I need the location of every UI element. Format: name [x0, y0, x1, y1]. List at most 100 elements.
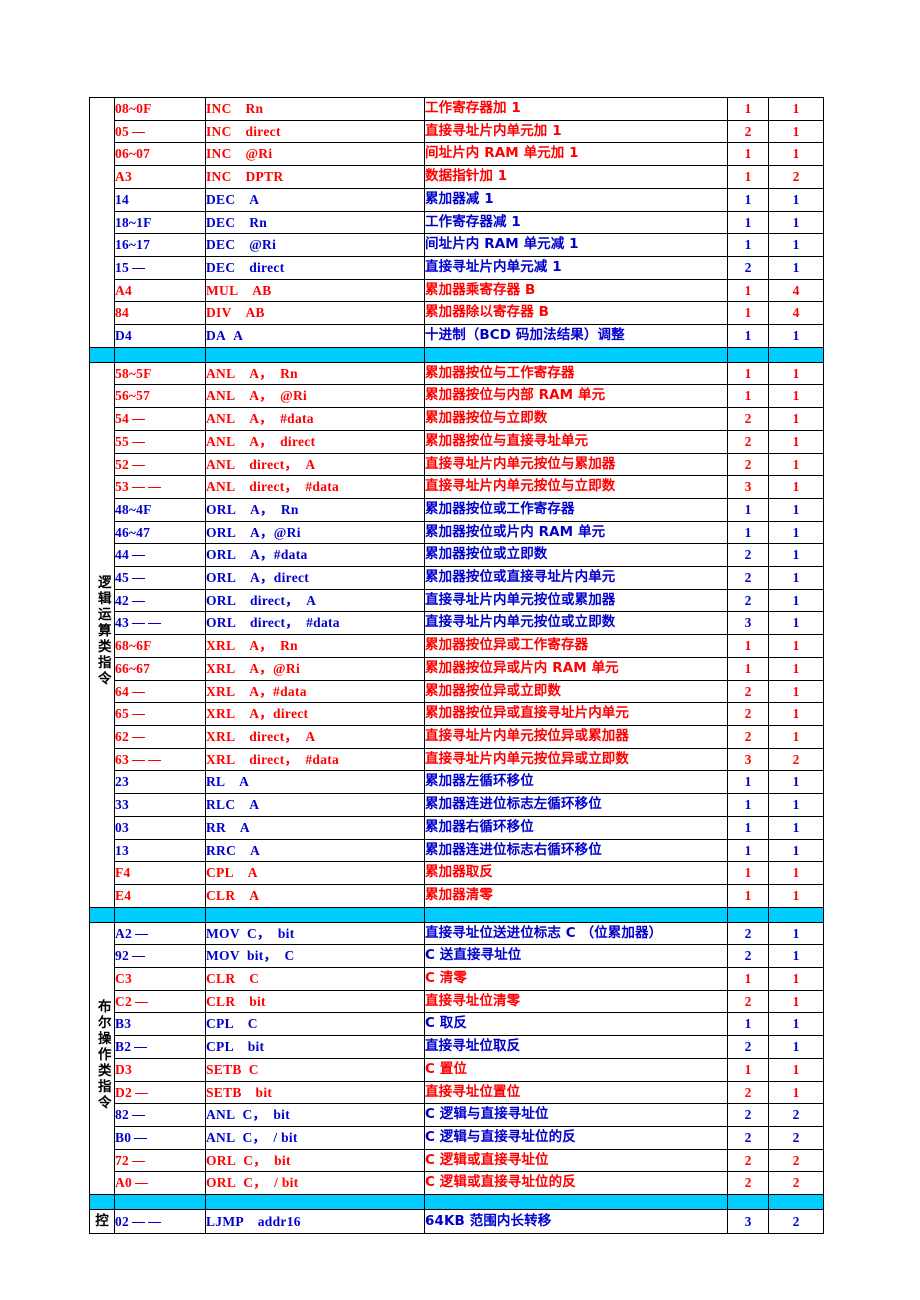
separator-cell	[424, 906, 728, 923]
opcode-value: 02	[115, 1213, 129, 1229]
opcode-value: A4	[115, 282, 132, 298]
table-row[interactable]: 62 XRL direct， A 直接寻址片内单元按位异或累加器 2 1	[90, 724, 824, 749]
table-row[interactable]: 84 DIV AB 累加器除以寄存器 B14	[90, 301, 824, 326]
cycles-cell: 1	[768, 361, 824, 386]
table-row[interactable]: B0 ANL C， / bit C 逻辑与直接寻址位的反 2 2	[90, 1125, 824, 1150]
mnemonic-cell: CLR bit	[205, 989, 425, 1014]
cycles-cell: 1	[768, 97, 824, 121]
blank-underscore	[131, 1160, 145, 1162]
table-row[interactable]: 48~4F ORL A， Rn 累加器按位或工作寄存器 1 1	[90, 497, 824, 522]
table-row[interactable]: 64 XRL A，#data 累加器按位异或立即数 2 1	[90, 679, 824, 704]
table-row[interactable]: 45 ORL A，direct 累加器按位或直接寻址片内单元 2 1	[90, 566, 824, 590]
description-cell: 累加器左循环移位	[424, 770, 728, 795]
table-row[interactable]: 06~07 INC @Ri 间址片内 RAM 单元加 111	[90, 142, 824, 167]
table-row[interactable]: 52 ANL direct， A 直接寻址片内单元按位与累加器 2 1	[90, 452, 824, 477]
table-row[interactable]: 23 RL A 累加器左循环移位 1 1	[90, 770, 824, 795]
mnemonic-cell: ORL C， bit	[205, 1148, 425, 1173]
opcode-value: 08~0F	[115, 101, 152, 116]
table-row[interactable]: F4 CPL A 累加器取反 1 1	[90, 861, 824, 885]
table-row[interactable]: 54 ANL A， #data 累加器按位与立即数 2 1	[90, 407, 824, 431]
table-row[interactable]: D4 DA A 十进制（BCD 码加法结果）调整 1 1	[90, 324, 824, 348]
opcode-value: D3	[115, 1061, 132, 1077]
table-row[interactable]: 05 INC direct 直接寻址片内单元加 121	[90, 119, 824, 144]
table-row[interactable]: 16~17 DEC @Ri 间址片内 RAM 单元减 111	[90, 233, 824, 257]
table-row[interactable]: 08~0F INC Rn 工作寄存器加 111	[89, 97, 824, 348]
cycles-cell: 1	[768, 452, 824, 477]
mnemonic-cell: ANL C， / bit	[205, 1125, 425, 1150]
description-cell: 间址片内 RAM 单元减 1	[424, 233, 728, 257]
mnemonic-cell: CPL bit	[205, 1035, 425, 1059]
table-row[interactable]: 13 RRC A 累加器连进位标志右循环移位 1 1	[90, 838, 824, 863]
cycles-cell: 1	[768, 921, 824, 946]
cycles-cell: 1	[768, 611, 824, 636]
opcode-value: C3	[115, 971, 132, 987]
opcode-cell: 06~07	[114, 142, 206, 167]
mnemonic-cell: ORL direct， A	[205, 588, 425, 613]
blank-underscore	[134, 1092, 148, 1094]
description-cell: 十进制（BCD 码加法结果）调整	[424, 324, 728, 348]
separator-cell	[89, 906, 115, 923]
bytes-cell: 1	[727, 497, 769, 522]
table-row[interactable]: 65 XRL A，direct 累加器按位异或直接寻址片内单元 2 1	[90, 702, 824, 726]
table-row[interactable]: C3 CLR CC 清零 1 1	[90, 967, 824, 991]
table-row[interactable]: 逻辑运算类指令 58~5F ANL A， Rn 累加器按位与工作寄存器 1 1	[89, 361, 824, 908]
blank-underscore	[131, 956, 145, 958]
mnemonic-cell: INC direct	[205, 119, 425, 144]
opcode-cell: B0	[114, 1125, 206, 1150]
table-row[interactable]: C2 CLR bit 直接寻址位清零 2 1	[90, 989, 824, 1014]
table-row[interactable]: A4 MUL AB 累加器乘寄存器 B14	[90, 278, 824, 303]
table-row[interactable]: 53 ANL direct， #data 直接寻址片内单元按位与立即数 3 1	[90, 475, 824, 499]
table-row[interactable]: 15 DEC direct 直接寻址片内单元减 121	[90, 255, 824, 280]
opcode-cell: 03	[114, 815, 206, 840]
table-row[interactable]: 44 ORL A，#data 累加器按位或立即数 2 1	[90, 543, 824, 568]
table-row[interactable]: A3 INC DPTR 数据指针加 112	[90, 165, 824, 189]
table-row[interactable]: D3 SETB CC 置位 1 1	[90, 1057, 824, 1082]
opcode-cell: C2	[114, 989, 206, 1014]
cycles-cell: 1	[768, 255, 824, 280]
table-row[interactable]: 43 ORL direct， #data 直接寻址片内单元按位或立即数 3 1	[90, 611, 824, 636]
table-row[interactable]: 布尔操作类指令 A2 MOV C， bit 直接寻址位送进位标志 C （位累加器） 2 1	[89, 921, 824, 1196]
section-separator-row	[89, 906, 824, 923]
description-cell: 累加器按位与工作寄存器	[424, 361, 728, 386]
opcode-value: 48~4F	[115, 501, 152, 517]
opcode-cell: A4	[114, 278, 206, 303]
opcode-cell: 65	[114, 702, 206, 726]
table-row[interactable]: 82 ANL C， bit C 逻辑与直接寻址位 2 2	[90, 1103, 824, 1127]
table-row[interactable]: D2 SETB bit 直接寻址位置位 2 1	[90, 1080, 824, 1105]
table-row[interactable]: B3 CPL CC 取反 1 1	[90, 1012, 824, 1037]
cycles-cell: 1	[768, 187, 824, 212]
table-row[interactable]: 56~57 ANL A， @Ri 累加器按位与内部 RAM 单元 1 1	[90, 384, 824, 409]
description-cell: 直接寻址片内单元按位或立即数	[424, 611, 728, 636]
table-row[interactable]: E4 CLR A 累加器清零 1 1	[90, 883, 824, 908]
description-cell: 累加器连进位标志左循环移位	[424, 793, 728, 817]
table-row[interactable]: 42 ORL direct， A 直接寻址片内单元按位或累加器 2 1	[90, 588, 824, 613]
description-cell: C 清零	[424, 967, 728, 991]
table-row[interactable]: 72 ORL C， bit C 逻辑或直接寻址位 2 2	[90, 1148, 824, 1173]
opcode-cell: 14	[114, 187, 206, 212]
description-cell: 直接寻址片内单元按位与累加器	[424, 452, 728, 477]
opcode-value: 52	[115, 456, 129, 472]
cycles-cell: 1	[768, 142, 824, 167]
table-row[interactable]: 66~67 XRL A，@Ri 累加器按位异或片内 RAM 单元 1 1	[90, 656, 824, 681]
table-row[interactable]: 33 RLC A 累加器连进位标志左循环移位 1 1	[90, 793, 824, 817]
cycles-cell: 1	[768, 566, 824, 590]
mnemonic-cell: ANL A， @Ri	[205, 384, 425, 409]
table-row[interactable]: 92 MOV bit， CC 送直接寻址位 2 1	[90, 944, 824, 969]
mnemonic-cell: INC DPTR	[205, 165, 425, 189]
instruction-set-table: 08~0F INC Rn 工作寄存器加 1 1 1 05 INC direct 直接寻址片内单…	[89, 97, 824, 1234]
table-row[interactable]: 63 XRL direct， #data 直接寻址片内单元按位异或立即数 3 2	[90, 747, 824, 772]
table-row[interactable]: 46~47 ORL A，@Ri 累加器按位或片内 RAM 单元 1 1	[90, 520, 824, 545]
separator-cell	[114, 346, 206, 363]
opcode-cell: A3	[114, 165, 206, 189]
table-row[interactable]: B2 CPL bit 直接寻址位取反 2 1	[90, 1035, 824, 1059]
table-row[interactable]: A0 ORL C， / bit C 逻辑或直接寻址位的反 2 2	[90, 1171, 824, 1196]
table-row[interactable]: 14 DEC A 累加器减 111	[90, 187, 824, 212]
table-row[interactable]: 03 RR A 累加器右循环移位 1 1	[90, 815, 824, 840]
mnemonic-cell: SETB bit	[205, 1080, 425, 1105]
mnemonic-cell: ANL C， bit	[205, 1103, 425, 1127]
table-row[interactable]: 控 02 LJMP addr16 64KB 范围内长转移 3 2	[89, 1209, 824, 1234]
table-row[interactable]: 18~1F DEC Rn 工作寄存器减 111	[90, 210, 824, 235]
table-row[interactable]: 55 ANL A， direct 累加器按位与直接寻址单元 2 1	[90, 429, 824, 454]
table-row[interactable]: 68~6F XRL A， Rn 累加器按位异或工作寄存器 1 1	[90, 634, 824, 658]
opcode-cell: E4	[114, 883, 206, 908]
